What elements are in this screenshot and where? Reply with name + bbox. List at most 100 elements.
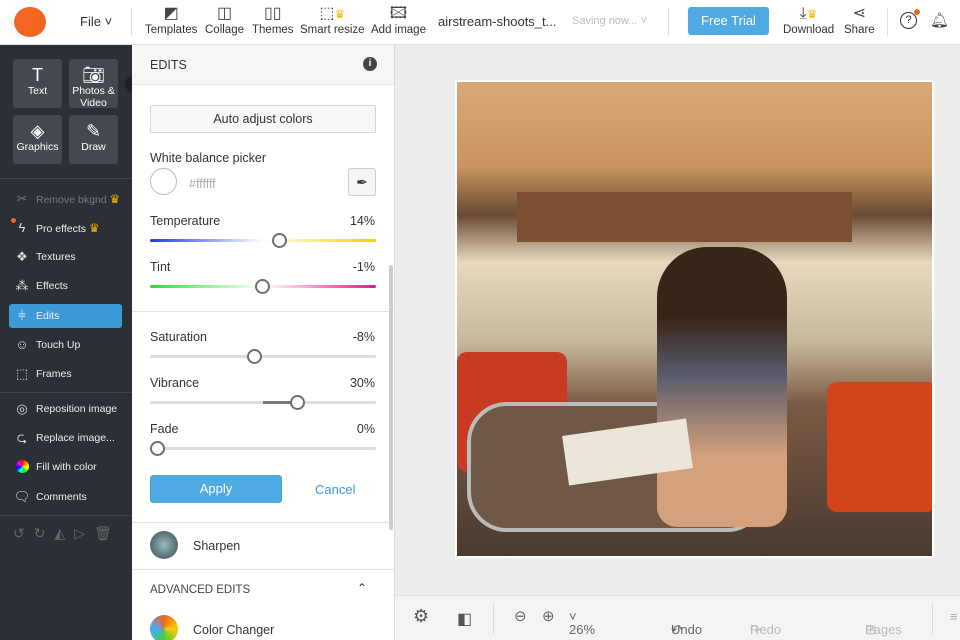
label: Effects bbox=[36, 280, 68, 292]
label: Comments bbox=[36, 491, 87, 503]
zoom-out-icon[interactable]: ⊖ bbox=[514, 607, 527, 625]
temperature-slider[interactable] bbox=[150, 233, 376, 248]
compare-icon[interactable]: ◧ bbox=[457, 609, 472, 629]
fade-label: Fade bbox=[150, 422, 179, 436]
fade-value: 0% bbox=[356, 422, 375, 436]
reposition-icon: ◎ bbox=[16, 401, 28, 416]
bell-icon[interactable]: 🔔︎ bbox=[930, 11, 949, 29]
flip-icon[interactable]: ◭ bbox=[54, 525, 74, 541]
crown-icon: ♛ bbox=[334, 7, 346, 21]
flip-vertical-icon[interactable]: ▷ bbox=[74, 525, 94, 541]
apply-button[interactable]: Apply bbox=[150, 475, 282, 503]
logo-icon[interactable] bbox=[14, 7, 46, 37]
layer-actions: ↺↻◭▷🗑︎ bbox=[13, 525, 121, 542]
file-menu[interactable]: File ˅ bbox=[80, 14, 112, 29]
camera-icon: 📷︎ bbox=[82, 65, 105, 85]
divider bbox=[932, 602, 933, 634]
photos-video-tool[interactable]: 📷︎ Photos & Video bbox=[69, 59, 118, 109]
redo-icon[interactable]: ↻ bbox=[34, 525, 55, 541]
white-balance-value[interactable]: #ffffff bbox=[189, 177, 216, 191]
sidebar-item-fill-with-color[interactable]: Fill with color bbox=[9, 455, 122, 479]
slider-handle[interactable] bbox=[289, 395, 305, 410]
photo-canvas[interactable] bbox=[455, 80, 934, 558]
vibrance-slider[interactable] bbox=[150, 395, 376, 410]
filename[interactable]: airstream-shoots_t... bbox=[438, 14, 557, 29]
undo-icon: ↶ bbox=[671, 622, 682, 637]
add-image-button[interactable]: 🖾 Add image bbox=[371, 4, 426, 36]
fade-slider[interactable] bbox=[149, 441, 376, 456]
advanced-edits-header[interactable]: ADVANCED EDITS bbox=[150, 584, 250, 596]
add-image-icon: 🖾 bbox=[389, 5, 408, 22]
white-balance-swatch[interactable] bbox=[150, 168, 177, 195]
replace-icon: ⮎ bbox=[16, 430, 28, 445]
divider bbox=[493, 602, 494, 634]
color-changer-thumbnail bbox=[150, 615, 178, 640]
draw-tool[interactable]: ✎ Draw bbox=[69, 115, 118, 164]
layers-icon[interactable]: ≡ bbox=[950, 609, 958, 624]
label: Draw bbox=[81, 141, 106, 153]
themes-button[interactable]: ▯▯ Themes bbox=[252, 4, 294, 36]
download-button[interactable]: ⤓♛ Download bbox=[783, 4, 834, 36]
sidebar-item-remove-bkgnd[interactable]: ✂ Remove bkgnd ♛ bbox=[9, 187, 122, 211]
sidebar-item-effects[interactable]: ⁂ Effects bbox=[9, 274, 122, 298]
crown-icon: ♛ bbox=[109, 192, 121, 206]
label: Text bbox=[27, 85, 48, 97]
divider bbox=[668, 8, 669, 36]
saturation-value: -8% bbox=[352, 330, 375, 344]
sidebar-item-pro-effects[interactable]: ϟ Pro effects ♛ bbox=[9, 216, 122, 240]
face-icon: ☺ bbox=[15, 337, 29, 352]
sidebar-item-replace-image[interactable]: ⮎ Replace image... bbox=[9, 426, 122, 450]
label: Share bbox=[844, 24, 875, 36]
download-icon: ⤓♛ bbox=[799, 5, 818, 22]
divider bbox=[0, 178, 132, 179]
frame-icon: ⬚ bbox=[15, 366, 29, 381]
smart-resize-button[interactable]: ⬚♛ Smart resize bbox=[300, 4, 365, 36]
settings-icon[interactable]: ⚙ bbox=[413, 606, 429, 627]
slider-handle[interactable] bbox=[271, 233, 287, 248]
saturation-slider[interactable] bbox=[150, 349, 376, 364]
label: Fill with color bbox=[36, 461, 97, 473]
sharpen-item[interactable]: Sharpen bbox=[193, 539, 240, 553]
slider-handle[interactable] bbox=[254, 279, 270, 294]
text-tool[interactable]: T Text bbox=[13, 59, 62, 108]
info-icon[interactable]: i bbox=[363, 57, 377, 71]
collage-button[interactable]: ◫ Collage bbox=[205, 4, 244, 36]
chevron-up-icon[interactable]: ⌃ bbox=[357, 581, 367, 595]
free-trial-button[interactable]: Free Trial bbox=[688, 7, 769, 35]
crown-icon: ♛ bbox=[88, 221, 100, 235]
sidebar-item-reposition-image[interactable]: ◎ Reposition image bbox=[9, 397, 122, 421]
auto-adjust-button[interactable]: Auto adjust colors bbox=[150, 105, 376, 133]
zoom-level[interactable]: 26% ˅ bbox=[569, 609, 595, 637]
label: Frames bbox=[36, 368, 72, 380]
save-status[interactable]: Saving now... ˅ bbox=[572, 15, 647, 27]
templates-button[interactable]: ◩ Templates bbox=[145, 4, 197, 36]
label: Touch Up bbox=[36, 339, 81, 351]
slider-handle[interactable] bbox=[246, 349, 262, 364]
sidebar: TText 📷︎Photos & Video ◈Graphics ✎Draw ‹… bbox=[0, 45, 141, 640]
label: Replace image... bbox=[36, 432, 115, 444]
zoom-value: 26% bbox=[569, 622, 596, 637]
pages-label: Pages bbox=[865, 622, 902, 637]
eyedropper-icon[interactable]: ✒ bbox=[348, 168, 376, 196]
trash-icon[interactable]: 🗑︎ bbox=[94, 525, 121, 541]
slider-handle[interactable] bbox=[149, 441, 165, 456]
notification-dot bbox=[914, 9, 920, 15]
label: Themes bbox=[252, 24, 294, 36]
cancel-button[interactable]: Cancel bbox=[315, 482, 355, 497]
smart-resize-icon: ⬚♛ bbox=[319, 5, 346, 22]
color-changer-item[interactable]: Color Changer bbox=[193, 623, 274, 637]
undo-icon[interactable]: ↺ bbox=[13, 525, 34, 541]
tint-slider[interactable] bbox=[150, 279, 376, 294]
sidebar-item-comments[interactable]: 🗨︎ Comments bbox=[9, 485, 122, 509]
divider bbox=[0, 392, 132, 393]
sidebar-item-edits[interactable]: ⫩ Edits bbox=[9, 304, 122, 328]
graphics-tool[interactable]: ◈ Graphics bbox=[13, 115, 62, 164]
themes-icon: ▯▯ bbox=[263, 5, 282, 22]
sidebar-item-frames[interactable]: ⬚ Frames bbox=[9, 362, 122, 386]
zoom-in-icon[interactable]: ⊕ bbox=[542, 607, 555, 625]
scrollbar[interactable] bbox=[389, 265, 393, 530]
sidebar-item-textures[interactable]: ❖ Textures bbox=[9, 245, 122, 269]
share-button[interactable]: ⋖ Share bbox=[844, 4, 875, 36]
notification-dot bbox=[11, 218, 16, 223]
sidebar-item-touch-up[interactable]: ☺ Touch Up bbox=[9, 333, 122, 357]
